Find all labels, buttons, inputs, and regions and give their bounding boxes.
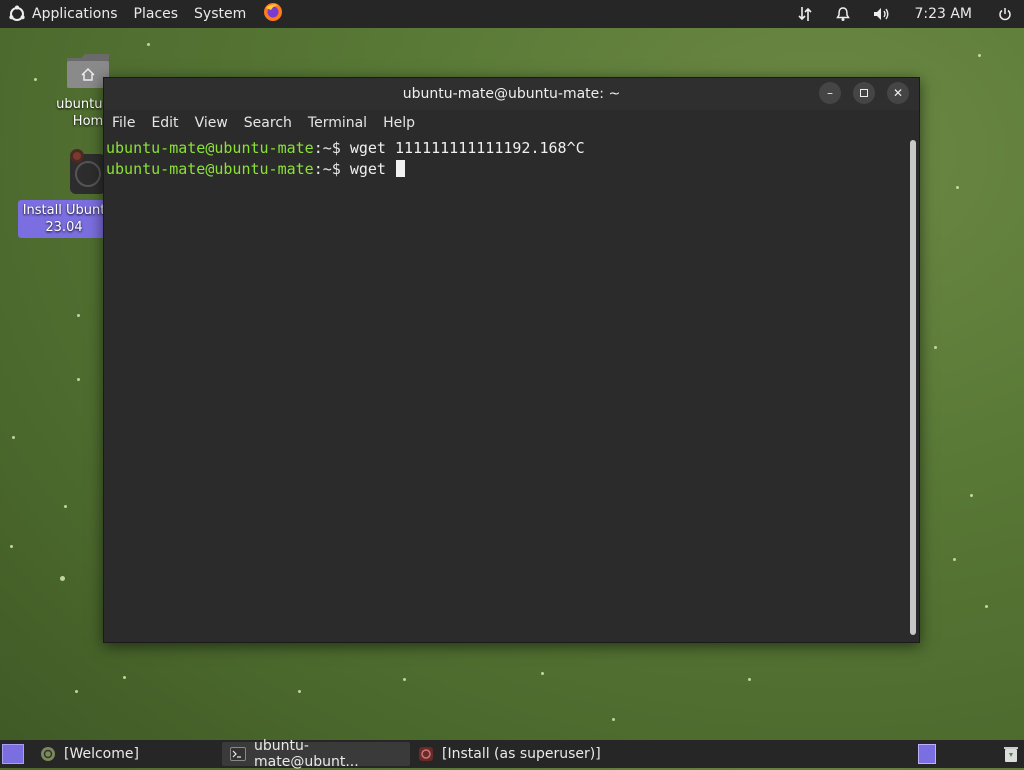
notifications-bell-icon[interactable] bbox=[824, 0, 862, 28]
maximize-button[interactable] bbox=[853, 82, 875, 104]
prompt-user: ubuntu-mate@ubuntu-mate bbox=[106, 160, 314, 178]
maximize-icon bbox=[860, 89, 868, 97]
top-panel: Applications Places System 7:23 AM bbox=[0, 0, 1024, 28]
taskbar-welcome[interactable]: [Welcome] bbox=[32, 742, 222, 766]
system-menu-label: System bbox=[194, 6, 247, 22]
welcome-icon bbox=[40, 746, 56, 762]
places-menu-label: Places bbox=[133, 6, 179, 22]
terminal-scrollbar[interactable] bbox=[910, 140, 916, 635]
power-icon[interactable] bbox=[986, 0, 1024, 28]
applications-menu-label: Applications bbox=[32, 6, 118, 22]
taskbar-install-label: [Install (as superuser)] bbox=[442, 746, 601, 762]
clock[interactable]: 7:23 AM bbox=[900, 6, 986, 22]
terminal-menubar: File Edit View Search Terminal Help bbox=[104, 110, 919, 136]
terminal-line: ubuntu-mate@ubuntu-mate:~$ wget 11111111… bbox=[104, 138, 909, 159]
minimize-button[interactable]: – bbox=[819, 82, 841, 104]
taskbar-install[interactable]: [Install (as superuser)] bbox=[410, 742, 610, 766]
ubuntu-logo-icon bbox=[8, 5, 26, 23]
applications-menu[interactable]: Applications bbox=[0, 0, 126, 28]
taskbar-terminal[interactable]: ubuntu-mate@ubunt... bbox=[222, 738, 410, 770]
network-icon[interactable] bbox=[786, 0, 824, 28]
show-desktop-button[interactable] bbox=[2, 744, 24, 764]
workspace-switcher[interactable] bbox=[918, 744, 936, 764]
menu-search[interactable]: Search bbox=[236, 115, 300, 131]
prompt-user: ubuntu-mate@ubuntu-mate bbox=[106, 139, 314, 157]
install-label-line1: Install Ubunt bbox=[22, 203, 106, 218]
install-label-line2: 23.04 bbox=[45, 220, 83, 235]
desktop-install-ubuntu[interactable]: Install Ubunt 23.04 bbox=[18, 148, 114, 238]
prompt-path: :~$ bbox=[313, 139, 341, 157]
places-menu[interactable]: Places bbox=[126, 0, 187, 28]
close-icon: ✕ bbox=[892, 86, 904, 100]
minimize-icon: – bbox=[827, 86, 833, 100]
terminal-icon bbox=[230, 746, 246, 762]
window-title: ubuntu-mate@ubuntu-mate: ~ bbox=[402, 86, 621, 102]
terminal-titlebar[interactable]: ubuntu-mate@ubuntu-mate: ~ – ✕ bbox=[104, 78, 919, 110]
installer-icon bbox=[68, 148, 108, 196]
terminal-line: ubuntu-mate@ubuntu-mate:~$ wget bbox=[104, 159, 909, 180]
firefox-icon bbox=[262, 1, 284, 27]
prompt-path: :~$ bbox=[313, 160, 341, 178]
menu-file[interactable]: File bbox=[104, 115, 143, 131]
terminal-output[interactable]: ubuntu-mate@ubuntu-mate:~$ wget 11111111… bbox=[104, 138, 909, 638]
text-cursor bbox=[396, 160, 405, 177]
volume-icon[interactable] bbox=[862, 0, 900, 28]
taskbar-welcome-label: [Welcome] bbox=[64, 746, 139, 762]
menu-edit[interactable]: Edit bbox=[143, 115, 186, 131]
system-menu[interactable]: System bbox=[186, 0, 254, 28]
menu-help[interactable]: Help bbox=[375, 115, 423, 131]
firefox-launcher[interactable] bbox=[254, 0, 292, 28]
trash-icon[interactable] bbox=[1002, 744, 1020, 764]
installer-task-icon bbox=[418, 746, 434, 762]
close-button[interactable]: ✕ bbox=[887, 82, 909, 104]
bottom-panel: [Welcome] ubuntu-mate@ubunt... [Install … bbox=[0, 738, 1024, 770]
taskbar-terminal-label: ubuntu-mate@ubunt... bbox=[254, 738, 359, 770]
terminal-window[interactable]: ubuntu-mate@ubuntu-mate: ~ – ✕ File Edit… bbox=[103, 77, 920, 643]
menu-view[interactable]: View bbox=[187, 115, 236, 131]
command-text: wget 111111111111192.168^C bbox=[340, 139, 585, 157]
install-label-highlight: Install Ubunt 23.04 bbox=[18, 200, 110, 238]
menu-terminal[interactable]: Terminal bbox=[300, 115, 375, 131]
command-input[interactable]: wget bbox=[341, 160, 395, 178]
